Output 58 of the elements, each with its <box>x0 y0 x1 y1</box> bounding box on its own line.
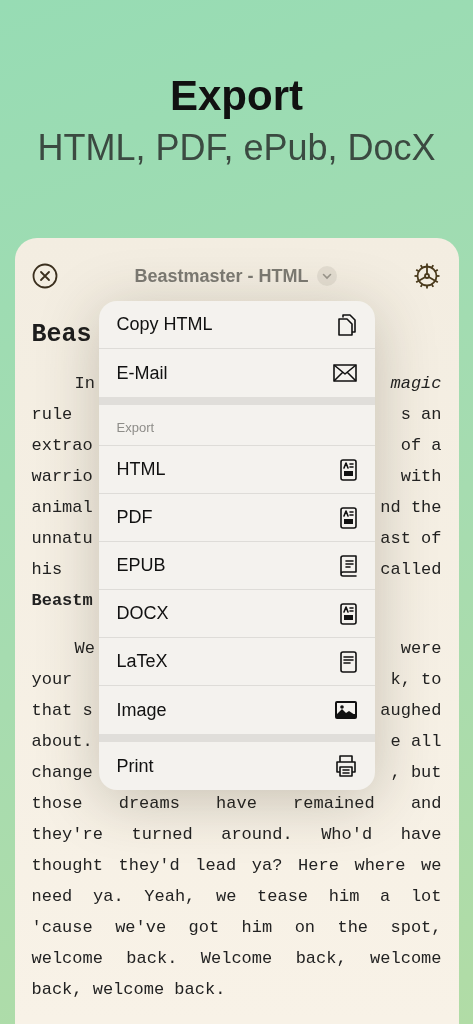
envelope-icon <box>332 364 357 382</box>
document-text-fragment: k, to <box>390 670 442 689</box>
close-button[interactable] <box>31 263 58 289</box>
document-text-fragment: extrao <box>31 436 93 455</box>
image-icon <box>334 701 357 719</box>
menu-section-header: Export <box>98 405 375 446</box>
document-text-fragment: change <box>31 763 93 782</box>
document-text-line: they're turned around. Who'd have <box>31 825 442 844</box>
document-text-fragment: warrio <box>31 467 93 486</box>
copy-icon <box>336 312 357 337</box>
document-text-fragment: aughed <box>380 701 442 720</box>
menu-item[interactable]: E-Mail <box>98 349 375 397</box>
document-text-fragment: called <box>380 560 442 579</box>
document-text-fragment: that s <box>31 701 93 720</box>
menu-item[interactable]: EPUB <box>98 542 375 590</box>
document-text-fragment: , but <box>390 763 442 782</box>
hero-title: Export <box>170 71 303 121</box>
document-text-fragment: s an <box>400 405 442 424</box>
menu-item[interactable]: Image <box>98 686 375 734</box>
document-text-fragment: his <box>31 560 63 579</box>
document-icon <box>339 650 357 673</box>
menu-item[interactable]: Copy HTML <box>98 301 375 349</box>
document-text-fragment: unnatu <box>31 529 93 548</box>
document-text-fragment: rule <box>31 405 73 424</box>
menu-item[interactable]: Print <box>98 742 375 790</box>
menu-item[interactable]: HTML <box>98 446 375 494</box>
document-text-line: 'cause we've got him on the spot, <box>31 918 442 937</box>
document-text-line: need ya. Yeah, we tease him a lot <box>31 887 442 906</box>
document-icon <box>339 458 357 481</box>
document-text-line: back, welcome back. <box>31 980 227 999</box>
document-icon <box>339 602 357 625</box>
document-text-fragment: magic <box>390 374 442 393</box>
book-icon <box>339 554 357 577</box>
document-text-line: welcome back. Welcome back, welcome <box>31 949 442 968</box>
document-text-fragment: ast of <box>380 529 442 548</box>
document-text-fragment: Beastm <box>31 591 93 610</box>
document-text-fragment: animal <box>31 498 93 517</box>
document-text-fragment: your <box>31 670 73 689</box>
document-text-line: those dreams have remained and <box>31 794 442 813</box>
hero-subtitle: HTML, PDF, ePub, DocX <box>37 126 436 170</box>
settings-button[interactable] <box>413 262 442 290</box>
document-heading: Beas <box>31 320 92 351</box>
document-text-fragment: were <box>400 639 442 658</box>
printer-icon <box>334 755 357 777</box>
document-text-fragment: nd the <box>380 498 442 517</box>
document-text-fragment: We <box>74 639 95 658</box>
document-text-fragment: e all <box>390 732 442 751</box>
menu-item[interactable]: PDF <box>98 494 375 542</box>
document-text-fragment: of a <box>400 436 442 455</box>
document-title-button[interactable]: Beastmaster - HTML <box>134 265 337 287</box>
document-text-line: thought they'd lead ya? Here where we <box>31 856 442 875</box>
chevron-icon <box>316 266 337 286</box>
document-text-fragment: In <box>74 374 95 393</box>
menu-item[interactable]: DOCX <box>98 590 375 638</box>
document-text-fragment: about. <box>31 732 93 751</box>
document-icon <box>339 506 357 529</box>
menu-item[interactable]: LaTeX <box>98 638 375 686</box>
document-text-fragment: with <box>400 467 442 486</box>
